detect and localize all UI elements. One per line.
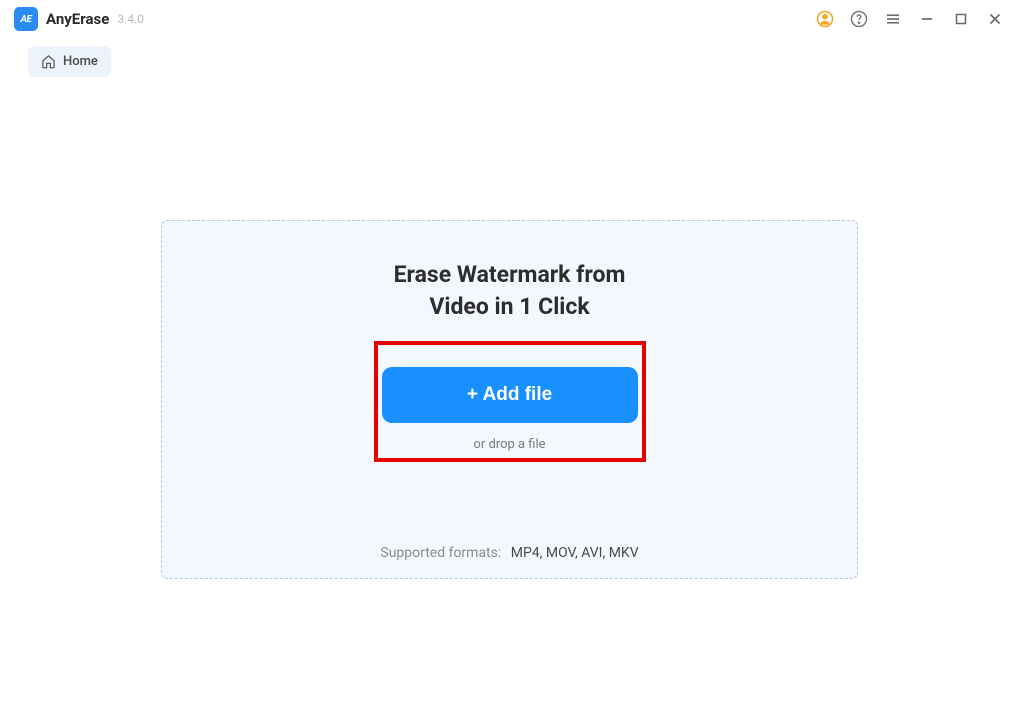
app-version: 3.4.0 [117, 12, 144, 26]
account-icon[interactable] [815, 9, 835, 29]
drop-heading: Erase Watermark from Video in 1 Click [394, 259, 626, 323]
add-file-button[interactable]: + Add file [382, 367, 638, 423]
drop-hint: or drop a file [473, 437, 545, 452]
heading-line1: Erase Watermark from [394, 259, 626, 291]
home-icon [41, 54, 56, 69]
minimize-icon[interactable] [917, 9, 937, 29]
breadcrumb: Home [0, 38, 1019, 85]
drop-zone[interactable]: Erase Watermark from Video in 1 Click + … [161, 220, 858, 579]
supported-label: Supported formats: [380, 545, 501, 561]
heading-line2: Video in 1 Click [394, 291, 626, 323]
titlebar-right [815, 9, 1005, 29]
app-logo: AE [14, 7, 38, 31]
supported-formats: Supported formats: MP4, MOV, AVI, MKV [380, 545, 638, 561]
highlight-annotation: + Add file or drop a file [374, 341, 646, 462]
help-icon[interactable] [849, 9, 869, 29]
titlebar-left: AE AnyErase 3.4.0 [14, 7, 144, 31]
app-name: AnyErase [46, 10, 109, 28]
menu-icon[interactable] [883, 9, 903, 29]
titlebar: AE AnyErase 3.4.0 [0, 0, 1019, 38]
supported-formats-list: MP4, MOV, AVI, MKV [511, 545, 639, 561]
main-area: Erase Watermark from Video in 1 Click + … [0, 85, 1019, 579]
maximize-icon[interactable] [951, 9, 971, 29]
home-label: Home [63, 54, 98, 69]
home-breadcrumb[interactable]: Home [28, 46, 111, 77]
close-icon[interactable] [985, 9, 1005, 29]
